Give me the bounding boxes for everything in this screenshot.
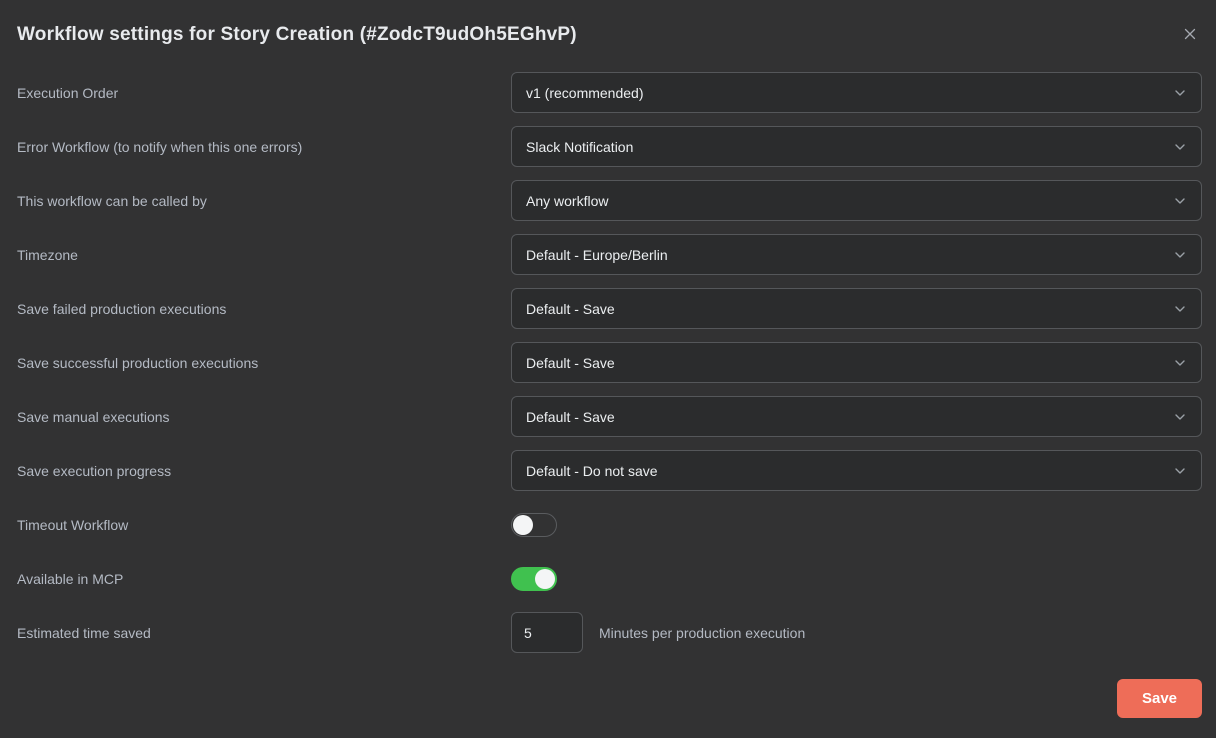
row-called-by: This workflow can be called by Any workf… — [17, 180, 1202, 221]
row-timezone: Timezone Default - Europe/Berlin — [17, 234, 1202, 275]
row-save-successful: Save successful production executions De… — [17, 342, 1202, 383]
select-value: Any workflow — [526, 193, 608, 209]
field-label: Save execution progress — [17, 463, 511, 479]
row-save-failed: Save failed production executions Defaul… — [17, 288, 1202, 329]
select-value: Default - Save — [526, 301, 615, 317]
timeout-workflow-toggle[interactable] — [511, 513, 557, 537]
available-in-mcp-toggle[interactable] — [511, 567, 557, 591]
chevron-down-icon — [1173, 302, 1187, 316]
row-execution-order: Execution Order v1 (recommended) — [17, 72, 1202, 113]
row-save-progress: Save execution progress Default - Do not… — [17, 450, 1202, 491]
row-available-in-mcp: Available in MCP — [17, 558, 1202, 599]
save-failed-executions-select[interactable]: Default - Save — [511, 288, 1202, 329]
close-icon — [1182, 26, 1198, 42]
chevron-down-icon — [1173, 248, 1187, 262]
estimated-time-suffix: Minutes per production execution — [599, 625, 805, 641]
dialog-title: Workflow settings for Story Creation (#Z… — [17, 20, 577, 46]
save-execution-progress-select[interactable]: Default - Do not save — [511, 450, 1202, 491]
toggle-knob — [535, 569, 555, 589]
select-value: v1 (recommended) — [526, 85, 644, 101]
field-label: Error Workflow (to notify when this one … — [17, 139, 511, 155]
save-button[interactable]: Save — [1117, 679, 1202, 718]
field-label: This workflow can be called by — [17, 193, 511, 209]
chevron-down-icon — [1173, 356, 1187, 370]
chevron-down-icon — [1173, 410, 1187, 424]
chevron-down-icon — [1173, 194, 1187, 208]
chevron-down-icon — [1173, 464, 1187, 478]
settings-rows: Execution Order v1 (recommended) Error W… — [17, 72, 1202, 653]
field-label: Available in MCP — [17, 571, 511, 587]
dialog-footer: Save — [17, 679, 1202, 718]
select-value: Default - Europe/Berlin — [526, 247, 668, 263]
row-save-manual: Save manual executions Default - Save — [17, 396, 1202, 437]
row-error-workflow: Error Workflow (to notify when this one … — [17, 126, 1202, 167]
close-button[interactable] — [1178, 22, 1202, 46]
dialog-header: Workflow settings for Story Creation (#Z… — [17, 20, 1202, 46]
timezone-select[interactable]: Default - Europe/Berlin — [511, 234, 1202, 275]
field-label: Save manual executions — [17, 409, 511, 425]
estimated-time-input[interactable] — [511, 612, 583, 653]
chevron-down-icon — [1173, 140, 1187, 154]
field-label: Execution Order — [17, 85, 511, 101]
field-label: Save failed production executions — [17, 301, 511, 317]
save-manual-executions-select[interactable]: Default - Save — [511, 396, 1202, 437]
field-label: Timezone — [17, 247, 511, 263]
row-timeout-workflow: Timeout Workflow — [17, 504, 1202, 545]
chevron-down-icon — [1173, 86, 1187, 100]
workflow-settings-dialog: Workflow settings for Story Creation (#Z… — [0, 0, 1216, 738]
field-label: Estimated time saved — [17, 625, 511, 641]
called-by-select[interactable]: Any workflow — [511, 180, 1202, 221]
select-value: Default - Save — [526, 409, 615, 425]
select-value: Default - Save — [526, 355, 615, 371]
row-estimated-time-saved: Estimated time saved Minutes per product… — [17, 612, 1202, 653]
select-value: Slack Notification — [526, 139, 633, 155]
error-workflow-select[interactable]: Slack Notification — [511, 126, 1202, 167]
toggle-knob — [513, 515, 533, 535]
select-value: Default - Do not save — [526, 463, 658, 479]
save-successful-executions-select[interactable]: Default - Save — [511, 342, 1202, 383]
execution-order-select[interactable]: v1 (recommended) — [511, 72, 1202, 113]
field-label: Save successful production executions — [17, 355, 511, 371]
field-label: Timeout Workflow — [17, 517, 511, 533]
